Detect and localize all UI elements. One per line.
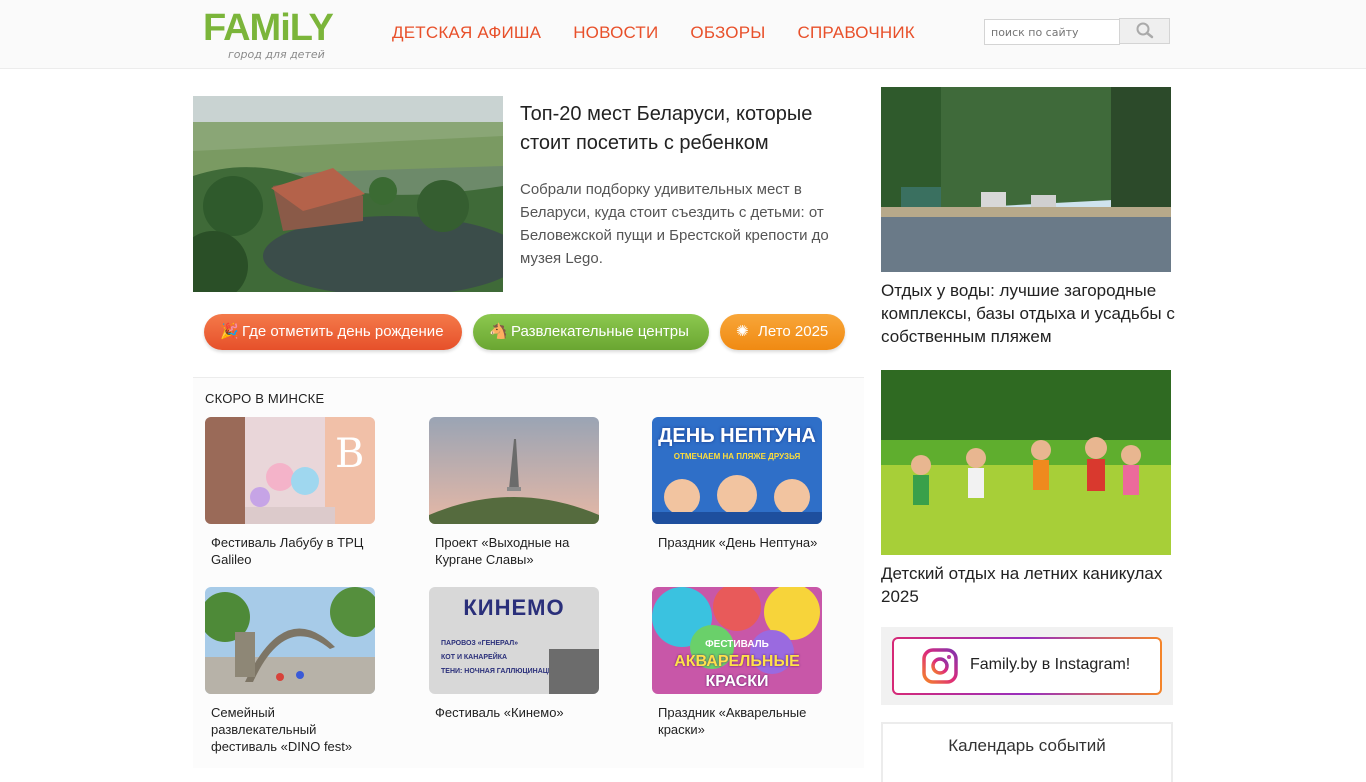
pill-label: Развлекательные центры [511, 323, 689, 340]
event-caption: Фестиваль «Кинемо» [435, 705, 564, 720]
party-popper-icon: 🎉 [220, 323, 239, 340]
event-thumbnail: ФЕСТИВАЛЬ АКВАРЕЛЬНЫЕ КРАСКИ [652, 587, 822, 694]
main-nav: ДЕТСКАЯ АФИША НОВОСТИ ОБЗОРЫ СПРАВОЧНИК [392, 22, 947, 44]
featured-image[interactable] [193, 96, 503, 292]
sidebar-article-title[interactable]: Отдых у воды: лучшие загородные комплекс… [881, 279, 1181, 348]
svg-text:B: B [335, 431, 364, 477]
event-card[interactable]: Проект «Выходные на Кургане Славы» [429, 417, 599, 568]
poster-subtitle: АКВАРЕЛЬНЫЕ [674, 653, 800, 670]
search-input[interactable] [984, 19, 1120, 45]
summer-2025-button[interactable]: ✺ Лето 2025 [720, 314, 845, 350]
event-caption: Праздник «Акварельные краски» [658, 705, 807, 737]
castle-landscape-image [193, 96, 503, 292]
nav-kids-afisha[interactable]: ДЕТСКАЯ АФИША [392, 22, 541, 44]
entertainment-centers-button[interactable]: 🐴 Развлекательные центры [473, 314, 709, 350]
nav-news[interactable]: НОВОСТИ [573, 22, 658, 44]
sidebar-article-title[interactable]: Детский отдых на летних каникулах 2025 [881, 562, 1181, 608]
event-caption: Праздник «День Нептуна» [658, 535, 818, 550]
event-card[interactable]: B Фестиваль Лабубу в ТРЦ Galileo [205, 417, 375, 568]
poster-title: ФЕСТИВАЛЬ [705, 639, 769, 650]
event-card[interactable]: ФЕСТИВАЛЬ АКВАРЕЛЬНЫЕ КРАСКИ Праздник «А… [652, 587, 822, 738]
birthday-places-button[interactable]: 🎉 Где отметить день рождение [204, 314, 462, 350]
sidebar-article-image[interactable] [881, 370, 1171, 555]
instagram-icon [922, 648, 958, 684]
poster-title: КИНЕМО [463, 595, 565, 620]
event-thumbnail: ДЕНЬ НЕПТУНА ОТМЕЧАЕМ НА ПЛЯЖЕ ДРУЗЬЯ [652, 417, 822, 524]
featured-excerpt: Собрали подборку удивительных мест в Бел… [520, 181, 829, 267]
featured-title[interactable]: Топ-20 мест Беларуси, которые стоит посе… [520, 100, 850, 158]
search-icon [1136, 22, 1153, 39]
events-calendar: Календарь событий [881, 722, 1173, 782]
site-header: FAMiLY город для детей ДЕТСКАЯ АФИША НОВ… [0, 0, 1366, 69]
event-thumbnail [429, 417, 599, 524]
pill-label: Лето 2025 [758, 323, 829, 340]
poster-line: ПАРОВОЗ «ГЕНЕРАЛ» [441, 640, 519, 647]
poster-title: ДЕНЬ НЕПТУНА [658, 425, 816, 447]
soon-in-minsk-section: СКОРО В МИНСКЕ B Фестиваль Лабубу в ТРЦ … [193, 377, 864, 768]
event-thumbnail [205, 587, 375, 694]
calendar-title: Календарь событий [948, 736, 1106, 755]
nav-directory[interactable]: СПРАВОЧНИК [798, 22, 915, 44]
instagram-promo: Family.by в Instagram! [881, 627, 1173, 705]
poster-subtitle: КРАСКИ [705, 673, 769, 690]
logo-wordmark: FAMiLY [203, 7, 334, 49]
poster-line: ТЕНИ: НОЧНАЯ ГАЛЛЮЦИНАЦИЯ [441, 668, 558, 675]
event-card[interactable]: Семейный развлекательный фестиваль «DINO… [205, 587, 375, 755]
event-caption: Проект «Выходные на Кургане Славы» [435, 535, 570, 567]
rocking-horse-icon: 🐴 [489, 323, 508, 340]
site-logo[interactable]: FAMiLY город для детей [203, 8, 335, 62]
event-caption: Семейный развлекательный фестиваль «DINO… [211, 705, 353, 754]
instagram-link[interactable]: Family.by в Instagram! [892, 637, 1162, 695]
event-thumbnail: B [205, 417, 375, 524]
search-button[interactable] [1119, 18, 1170, 44]
event-card[interactable]: КИНЕМО ПАРОВОЗ «ГЕНЕРАЛ» КОТ И КАНАРЕЙКА… [429, 587, 599, 721]
sidebar-article-image[interactable] [881, 87, 1171, 272]
instagram-label: Family.by в Instagram! [970, 656, 1131, 673]
event-card[interactable]: ДЕНЬ НЕПТУНА ОТМЕЧАЕМ НА ПЛЯЖЕ ДРУЗЬЯ Пр… [652, 417, 822, 551]
site-search [984, 18, 1170, 45]
poster-subtitle: ОТМЕЧАЕМ НА ПЛЯЖЕ ДРУЗЬЯ [673, 452, 801, 461]
poster-line: КОТ И КАНАРЕЙКА [441, 654, 508, 661]
event-caption: Фестиваль Лабубу в ТРЦ Galileo [211, 535, 364, 567]
nav-reviews[interactable]: ОБЗОРЫ [690, 22, 765, 44]
logo-tagline: город для детей [228, 48, 325, 61]
section-title: СКОРО В МИНСКЕ [205, 391, 325, 406]
event-thumbnail: КИНЕМО ПАРОВОЗ «ГЕНЕРАЛ» КОТ И КАНАРЕЙКА… [429, 587, 599, 694]
sun-icon: ✺ [736, 323, 749, 340]
pill-label: Где отметить день рождение [242, 323, 444, 340]
